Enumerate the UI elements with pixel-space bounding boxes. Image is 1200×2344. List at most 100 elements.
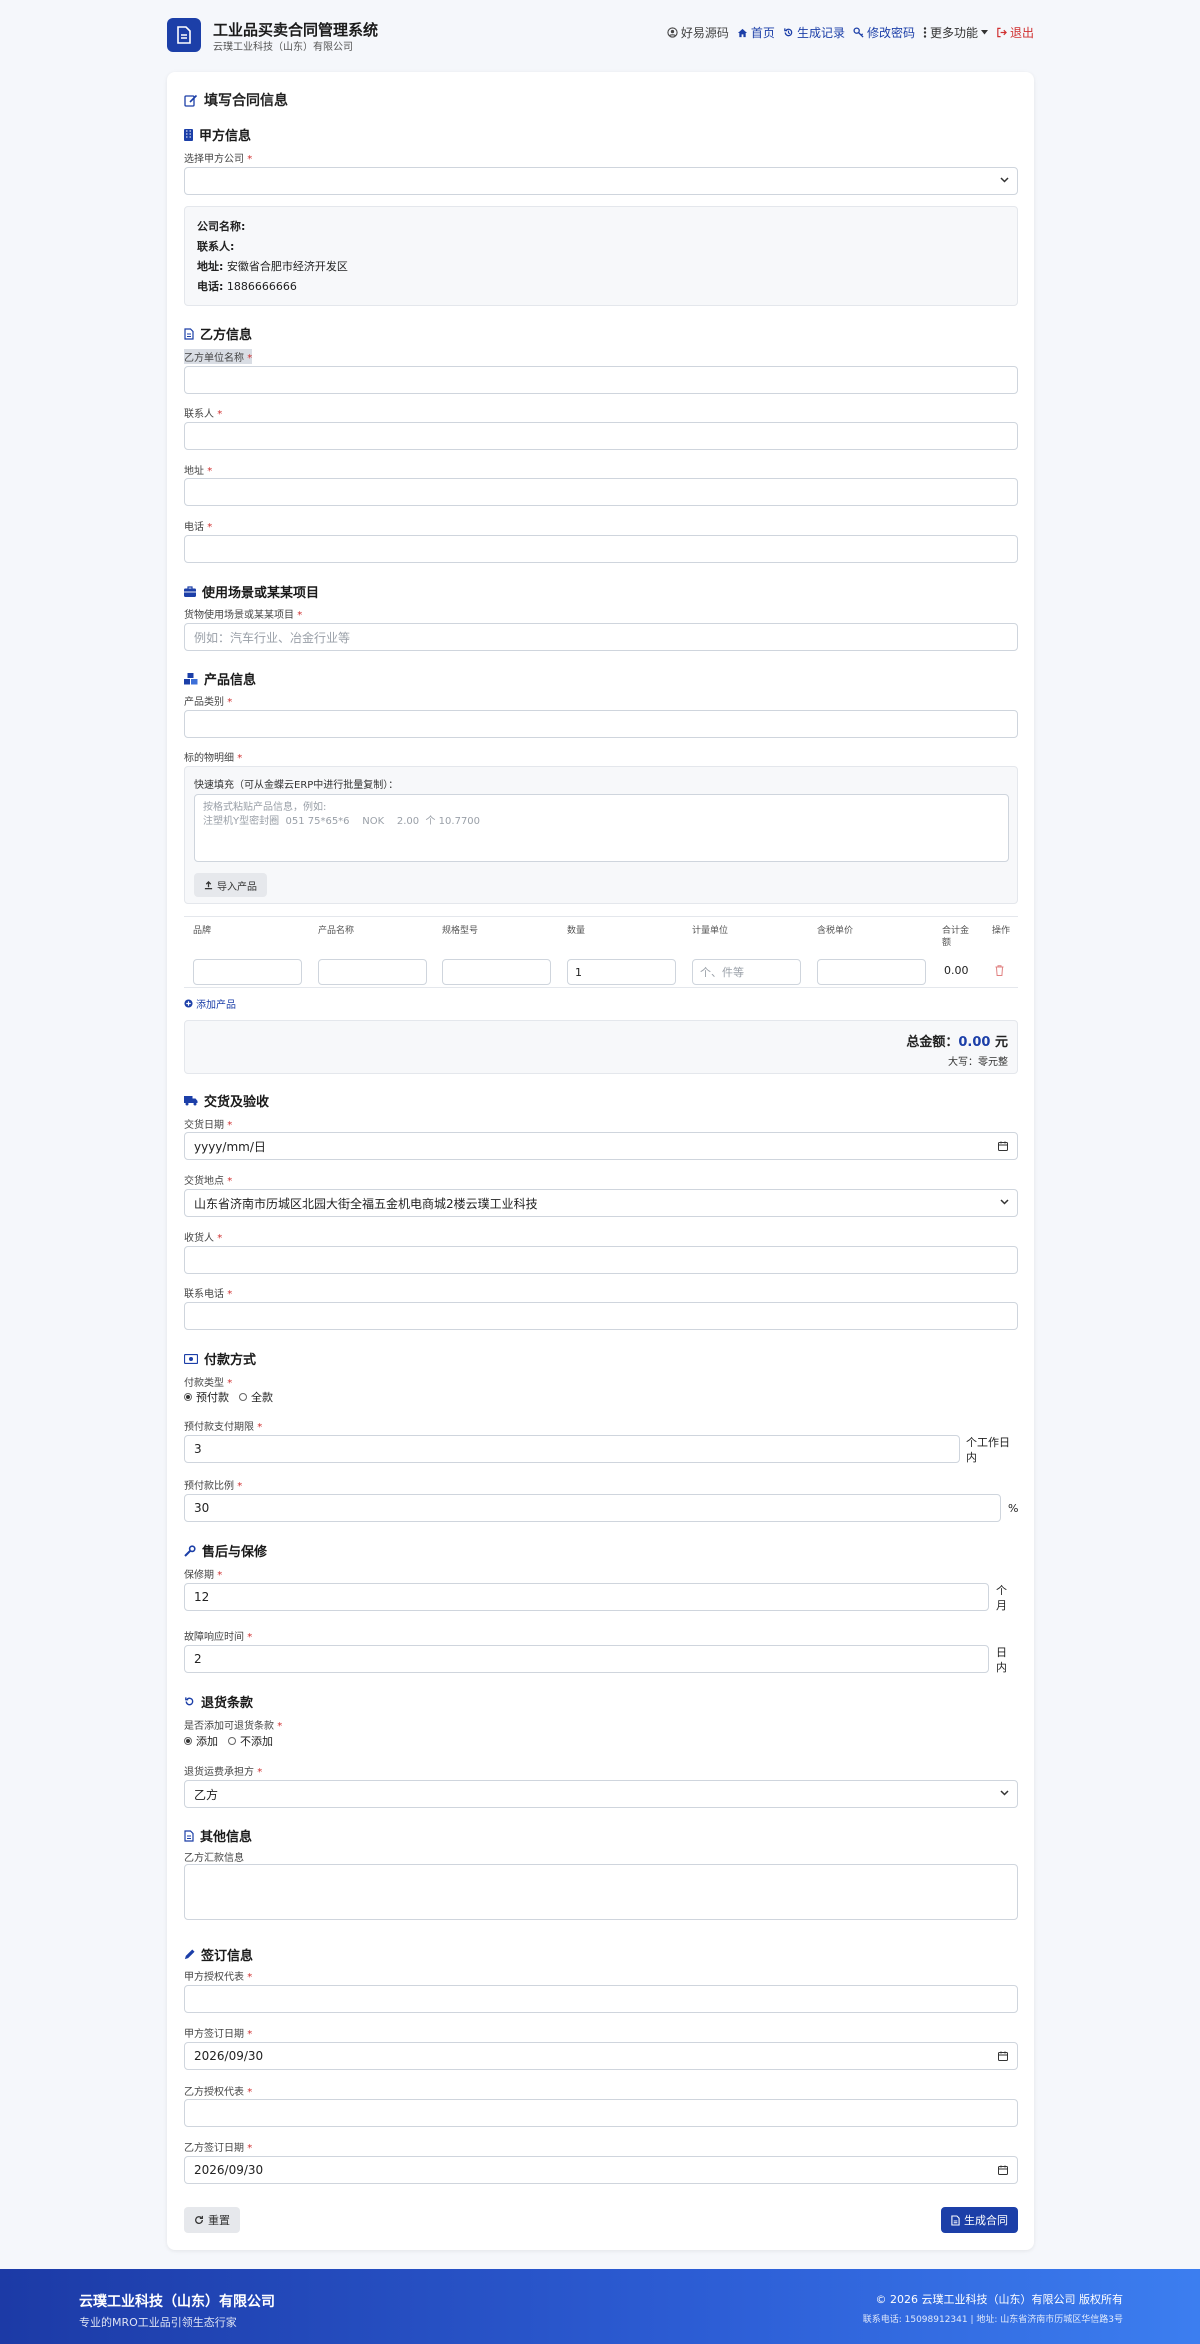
caret-down-icon — [980, 30, 988, 35]
col-price: 含税单价 — [817, 926, 854, 936]
section-other: 其他信息 — [184, 1826, 252, 1845]
quick-fill-textarea[interactable]: 按格式粘贴产品信息，例如: 注塑机Y型密封圈 051 75*65*6 NOK 2… — [194, 794, 1009, 862]
col-subtotal: 合计金额 — [942, 926, 970, 948]
a-date-value: 2026/09/30 — [194, 2049, 264, 2063]
nav-history[interactable]: 生成记录 — [783, 24, 845, 41]
generate-contract-label: 生成合同 — [964, 2214, 1008, 2227]
row-name-input[interactable] — [318, 959, 427, 985]
form-title: 填写合同信息 — [184, 90, 288, 110]
receiver-label: 收货人 * — [184, 1233, 223, 1244]
section-scene: 使用场景或某某项目 — [184, 582, 319, 601]
radio-full[interactable]: 全款 — [239, 1389, 273, 1405]
return-bearer-select[interactable]: 乙方 — [184, 1780, 1018, 1808]
nav-more[interactable]: 更多功能 — [923, 24, 988, 41]
a-date-input[interactable]: 2026/09/30 — [184, 2042, 1018, 2070]
product-table: 品牌 产品名称 规格型号 数量 计量单位 含税单价 合计金额 操作 1 个、件等… — [184, 916, 1018, 988]
product-category-input[interactable] — [184, 710, 1018, 738]
app-logo — [167, 18, 201, 52]
row-price-input[interactable] — [817, 959, 926, 985]
receiver-phone-input[interactable] — [184, 1302, 1018, 1330]
receiver-phone-label: 联系电话 * — [184, 1289, 233, 1300]
footer: 云璞工业科技（山东）有限公司 专业的MRO工业品引领生态行家 © 2026 云璞… — [0, 2269, 1200, 2344]
radio-prepay[interactable]: 预付款 — [184, 1389, 229, 1405]
b-rep-label: 乙方授权代表 * — [184, 2087, 253, 2098]
page: 工业品买卖合同管理系统 云璞工业科技（山东）有限公司 好易源码 首页 生成记录 … — [0, 0, 1200, 2344]
truck-icon — [184, 1096, 198, 1106]
radio-return-no[interactable]: 不添加 — [228, 1733, 273, 1749]
b-rep-input[interactable] — [184, 2099, 1018, 2127]
section-aftersale: 售后与保修 — [184, 1541, 267, 1560]
section-party-b-title: 乙方信息 — [200, 328, 253, 343]
calendar-icon — [998, 2165, 1008, 2175]
row-qty-input[interactable]: 1 — [567, 959, 676, 985]
chevron-down-icon — [1000, 177, 1009, 183]
delivery-date-input[interactable]: yyyy/mm/日 — [184, 1132, 1018, 1160]
file-icon — [184, 327, 194, 340]
party-a-select-label: 选择甲方公司 * — [184, 154, 253, 165]
history-icon — [784, 28, 793, 37]
delivery-place-select[interactable]: 山东省济南市历城区北园大街全福五金机电商城2楼云璞工业科技 — [184, 1189, 1018, 1217]
warranty-input[interactable]: 12 — [184, 1583, 989, 1611]
party-a-company: 公司名称: — [197, 220, 246, 233]
footer-contact: 联系电话: 15098912341 | 地址: 山东省济南市历城区华信路3号 — [862, 2315, 1123, 2325]
plus-circle-icon — [184, 999, 193, 1008]
total-panel: 总金额：0.00 元 大写：零元整 — [184, 1020, 1018, 1074]
party-b-contact-input[interactable] — [184, 422, 1018, 450]
reset-button[interactable]: 重置 — [184, 2207, 240, 2233]
response-input[interactable]: 2 — [184, 1645, 989, 1673]
prepay-term-input[interactable]: 3 — [184, 1435, 960, 1463]
party-b-name-input[interactable] — [184, 366, 1018, 394]
contract-form-card: 填写合同信息 甲方信息 选择甲方公司 * 公司名称: 联系人: 地址: 安徽省合… — [167, 72, 1034, 2250]
chevron-down-icon — [1000, 1199, 1009, 1205]
prepay-ratio-label: 预付款比例 * — [184, 1481, 243, 1492]
refresh-icon — [195, 2215, 203, 2224]
prepay-term-label: 预付款支付期限 * — [184, 1422, 263, 1433]
prepay-term-suffix: 个工作日内 — [966, 1436, 1010, 1464]
row-spec-input[interactable] — [442, 959, 551, 985]
remit-info-textarea[interactable] — [184, 1864, 1018, 1920]
col-name: 产品名称 — [318, 926, 355, 936]
return-add-label: 是否添加可退货条款 * — [184, 1721, 283, 1732]
section-delivery: 交货及验收 — [184, 1091, 269, 1110]
party-b-contact-label: 联系人 * — [184, 409, 223, 420]
party-b-address-input[interactable] — [184, 478, 1018, 506]
prepay-ratio-input[interactable]: 30 — [184, 1494, 1001, 1522]
footer-copyright: © 2026 云璞工业科技（山东）有限公司 版权所有 — [875, 2293, 1123, 2306]
b-date-input[interactable]: 2026/09/30 — [184, 2156, 1018, 2184]
nav-source[interactable]: 好易源码 — [667, 24, 729, 41]
section-payment-title: 付款方式 — [204, 1353, 257, 1368]
user-circle-icon — [667, 27, 678, 38]
chevron-down-icon — [1000, 1790, 1009, 1796]
boxes-icon — [184, 672, 198, 684]
nav-home[interactable]: 首页 — [737, 24, 775, 41]
response-label: 故障响应时间 * — [184, 1632, 253, 1643]
remit-info-label: 乙方汇款信息 — [184, 1853, 244, 1864]
warranty-suffix: 个月 — [996, 1584, 1007, 1612]
add-product-button[interactable]: 添加产品 — [184, 996, 236, 1011]
col-action: 操作 — [992, 926, 1011, 936]
file-pdf-icon — [951, 2214, 960, 2226]
generate-contract-button[interactable]: 生成合同 — [941, 2207, 1018, 2233]
nav-logout[interactable]: 退出 — [996, 24, 1034, 41]
row-delete-button[interactable] — [995, 965, 1004, 976]
header: 工业品买卖合同管理系统 云璞工业科技（山东）有限公司 好易源码 首页 生成记录 … — [167, 18, 1034, 53]
radio-return-add[interactable]: 添加 — [184, 1733, 218, 1749]
section-delivery-title: 交货及验收 — [204, 1095, 270, 1110]
row-unit-input[interactable]: 个、件等 — [692, 959, 801, 985]
col-spec: 规格型号 — [442, 926, 479, 936]
a-rep-input[interactable] — [184, 1985, 1018, 2013]
warranty-label: 保修期 * — [184, 1570, 223, 1581]
document-icon — [177, 26, 191, 44]
receiver-input[interactable] — [184, 1246, 1018, 1274]
party-a-address: 地址: 安徽省合肥市经济开发区 — [197, 260, 348, 273]
nav-password[interactable]: 修改密码 — [853, 24, 915, 41]
footer-company: 云璞工业科技（山东）有限公司 — [79, 2294, 275, 2310]
section-product: 产品信息 — [184, 669, 256, 688]
row-brand-input[interactable] — [193, 959, 302, 985]
party-a-select[interactable] — [184, 167, 1018, 195]
return-add-radios: 添加 不添加 — [184, 1733, 273, 1749]
scene-input[interactable]: 例如：汽车行业、冶金行业等 — [184, 623, 1018, 651]
upload-icon — [204, 880, 213, 889]
import-products-button[interactable]: 导入产品 — [194, 873, 267, 897]
party-b-phone-input[interactable] — [184, 535, 1018, 563]
